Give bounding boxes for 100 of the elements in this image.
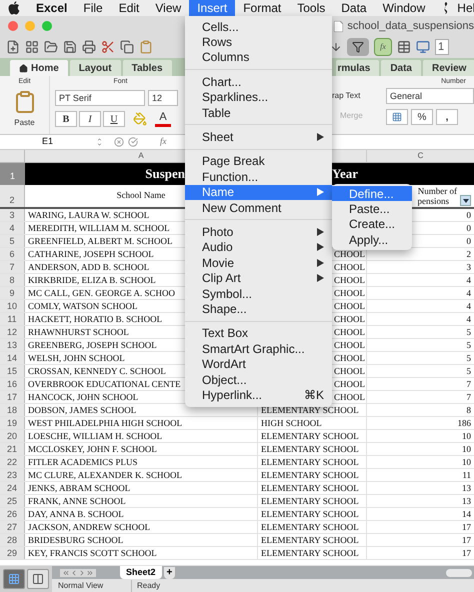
table-cell: 4 [466,287,471,299]
menu-item[interactable]: Name [185,184,332,200]
row-number[interactable]: 8 [0,274,25,286]
function-label[interactable]: fx [160,135,166,149]
menu-item[interactable]: Rows [185,34,332,50]
table-cell: 5 [466,326,471,338]
font-field[interactable]: PT Serif [55,90,145,106]
menu-item[interactable]: Function... [185,169,332,185]
menu-item[interactable]: Chart... [185,74,332,90]
row-number[interactable]: 16 [0,378,25,390]
menu-item[interactable]: Cells... [185,19,332,34]
ribbon-tab[interactable]: Layout [70,60,121,76]
bold-button[interactable]: B [55,111,77,127]
row-number[interactable]: 27 [0,521,25,533]
row-number[interactable]: 19 [0,417,25,429]
table-cell: 186 [458,417,471,429]
row-number[interactable]: 2 [0,185,25,207]
column-header[interactable]: C [367,150,474,162]
table-cell: CHOOL [334,313,365,325]
menu-item[interactable]: Define... [332,186,412,202]
function-button[interactable]: fx [374,38,392,56]
table-cell: KEY, FRANCIS SCOTT SCHOOL [25,547,258,559]
menu-title[interactable]: Data [333,0,375,16]
ribbon-tab[interactable]: Tables [122,60,172,76]
table-cell: 3 [466,261,471,273]
row-number[interactable]: 28 [0,534,25,546]
row-number[interactable]: 24 [0,482,25,494]
number-format-field[interactable]: General [386,88,474,104]
row-number[interactable]: 7 [0,261,25,273]
table-cell: 5 [466,365,471,377]
wrap-text-button[interactable]: rap Text [332,90,386,102]
status-text: Ready [136,580,160,592]
menu-title[interactable]: Format [235,0,290,16]
menu-title[interactable]: Edit [110,0,148,16]
row-number[interactable]: 9 [0,287,25,299]
table-cell: 13 [462,482,471,494]
row-number[interactable]: 22 [0,456,25,468]
zoom-field[interactable]: 1 [435,39,449,55]
menu-item[interactable]: Sheet [185,129,332,145]
row-number[interactable]: 17 [0,391,25,403]
title-text: Year [332,165,358,184]
menu-item[interactable]: Columns [185,50,332,66]
table-cell: 7 [466,378,471,390]
table-cell: 10 [462,456,471,468]
name-box[interactable]: E1 [0,135,95,149]
size-field[interactable]: 12 [148,90,178,106]
status-text: Normal View [52,580,132,592]
row-number[interactable]: 20 [0,430,25,442]
menu-title[interactable]: File [75,0,111,16]
underline-button[interactable]: U [103,111,125,127]
row-number[interactable]: 15 [0,365,25,377]
menu-title[interactable]: Insert [189,0,236,16]
menu-title[interactable]: View [147,0,190,16]
menu-title[interactable]: Tools [289,0,334,16]
table-cell: 17 [462,534,471,546]
italic-button[interactable]: I [79,111,101,127]
window-title: school_data_suspensions [347,18,474,34]
table-cell: 0 [466,222,471,234]
title-text: Suspen [144,165,185,184]
row-number[interactable]: 26 [0,508,25,520]
row-number[interactable]: 29 [0,547,25,559]
row-number[interactable]: 23 [0,469,25,481]
sheet-tab[interactable]: Sheet2 [120,566,162,579]
row-number[interactable]: 13 [0,339,25,351]
table-cell: ELEMENTARY SCHOOL [261,495,359,507]
menu-item[interactable]: Apply... [332,232,412,248]
row-number[interactable]: 25 [0,495,25,507]
app-menu[interactable]: Excel [28,0,76,17]
row-number[interactable]: 4 [0,222,25,234]
row-number[interactable]: 12 [0,326,25,338]
ribbon-tab[interactable]: Review [423,60,474,76]
menu-item[interactable]: Create... [332,216,412,232]
table-cell: JACKSON, ANDREW SCHOOL [25,521,258,533]
menu-item[interactable]: Table [185,104,332,120]
menu-item[interactable]: Sparklines... [185,90,332,105]
row-number[interactable]: 5 [0,235,25,247]
row-number[interactable]: 6 [0,248,25,260]
comma-button[interactable]: , [436,109,458,125]
menu-item[interactable]: Paste... [332,201,412,217]
menu-title[interactable]: Window [374,0,434,16]
ribbon-tab[interactable]: Home [10,60,68,76]
row-number[interactable]: 14 [0,352,25,364]
table-cell: 0 [466,209,471,221]
ribbon-tab[interactable]: rmulas [336,60,380,76]
row-number[interactable]: 11 [0,313,25,325]
table-cell: ELEMENTARY SCHOOL [261,508,359,520]
table-cell: 4 [466,274,471,286]
row-number[interactable]: 3 [0,209,25,221]
table-cell: ELEMENTARY SCHOOL [261,404,359,416]
add-sheet-button[interactable]: + [164,566,176,578]
row-number[interactable]: 18 [0,404,25,416]
row-number[interactable]: 10 [0,300,25,312]
ribbon-tab[interactable]: Data [381,60,421,76]
font-color-button[interactable]: A [155,111,171,127]
row-number[interactable]: 21 [0,443,25,455]
paste-label[interactable]: Paste [14,117,35,129]
percent-button[interactable]: % [411,109,433,125]
table-cell: 4 [466,300,471,312]
table-cell: 8 [466,404,471,416]
table-cell: CHOOL [334,287,365,299]
